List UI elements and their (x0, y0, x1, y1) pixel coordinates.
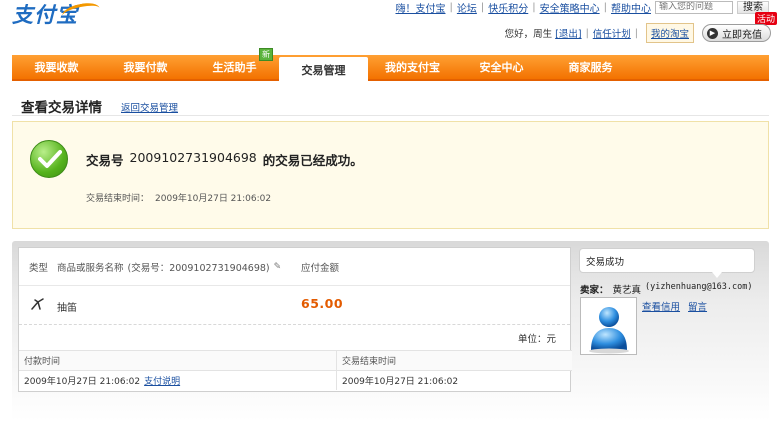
status-bubble: 交易成功 (579, 248, 755, 273)
back-to-trade-management-link[interactable]: 返回交易管理 (121, 100, 178, 114)
nav-label: 我的支付宝 (385, 61, 440, 74)
logout-link[interactable]: [退出] (555, 26, 581, 40)
col-name-trade-no: (交易号：2009102731904698) (127, 262, 270, 274)
pay-time-cell: 2009年10月27日 21:06:02 支付说明 (19, 370, 337, 390)
trust-plan-link[interactable]: 信任计划 (593, 26, 631, 40)
nav-merchant-services[interactable]: 商家服务 (546, 55, 635, 79)
col-name: 商品或服务名称 (交易号：2009102731904698) ✎ (57, 260, 281, 274)
nav-label: 生活助手 (212, 61, 257, 74)
end-time-value: 2009年10月27日 21:06:02 (155, 194, 272, 204)
nav-my-alipay[interactable]: 我的支付宝 (368, 55, 457, 79)
top-links: 嗨！支付宝| 论坛| 快乐积分| 安全策略中心| 帮助中心 搜索 (396, 0, 769, 15)
nav-label: 我要收款 (34, 61, 79, 74)
unit-label: 单位：元 (517, 334, 556, 345)
nav-receive[interactable]: 我要收款 (12, 55, 101, 79)
pay-time-header: 付款时间 (19, 350, 337, 370)
table-row: 抽笛 65.00 (19, 286, 570, 326)
item-type-icon (31, 298, 44, 310)
search-input[interactable] (655, 0, 733, 14)
trade-no-prefix: 交易号 (86, 153, 124, 168)
order-table-header: 类型 商品或服务名称 (交易号：2009102731904698) ✎ 应付金额 (19, 248, 570, 285)
end-time-header: 交易结束时间 (337, 350, 572, 370)
item-amount: 65.00 (301, 296, 344, 311)
divider (12, 115, 769, 116)
pay-time-value: 2009年10月27日 21:06:02 (24, 377, 141, 387)
divider (19, 324, 570, 325)
recharge-button[interactable]: ▶ 立即充值 (702, 24, 771, 42)
top-link-security[interactable]: 安全策略中心 (540, 0, 600, 15)
top-link-hi-alipay[interactable]: 嗨！支付宝 (396, 0, 446, 15)
nav-label: 商家服务 (568, 61, 613, 74)
divider: | (634, 27, 638, 39)
end-time-cell: 2009年10月27日 21:06:02 (337, 370, 572, 390)
col-name-label: 商品或服务名称 (57, 262, 124, 274)
nav-label: 安全中心 (479, 61, 524, 74)
seller-links: 查看信用 留言 (642, 299, 707, 313)
view-credit-link[interactable]: 查看信用 (642, 299, 680, 313)
divider: | (449, 1, 453, 13)
order-details: 类型 商品或服务名称 (交易号：2009102731904698) ✎ 应付金额… (18, 247, 572, 392)
divider: | (585, 27, 589, 39)
nav-security-center[interactable]: 安全中心 (457, 55, 546, 79)
avatar (580, 297, 637, 355)
page-title: 查看交易详情 (21, 100, 102, 116)
time-table: 付款时间 交易结束时间 2009年10月27日 21:06:02 支付说明 20… (19, 350, 572, 392)
seller-label: 卖家： (580, 285, 609, 296)
nav-pay[interactable]: 我要付款 (101, 55, 190, 79)
success-notice: 交易号 2009102731904698 的交易已经成功。 交易结束时间： 20… (12, 121, 769, 229)
success-message: 交易号 2009102731904698 的交易已经成功。 (86, 150, 363, 169)
end-time-label: 交易结束时间： (86, 194, 150, 204)
new-badge: 新 (259, 48, 273, 61)
top-link-points[interactable]: 快乐积分 (488, 0, 528, 15)
greeting: 您好，周生 (504, 29, 553, 40)
nav-trade-management[interactable]: 交易管理 (279, 57, 368, 83)
col-amount: 应付金额 (301, 262, 340, 274)
nav-label: 我要付款 (123, 61, 168, 74)
check-icon (30, 140, 68, 178)
user-avatar-icon (589, 307, 629, 354)
play-icon: ▶ (707, 27, 718, 39)
seller-email: (yizhenhuang@163.com) (645, 282, 753, 292)
nav-label: 交易管理 (301, 64, 346, 77)
main-nav: 我要收款 我要付款 生活助手新 交易管理 我的支付宝 安全中心 商家服务 (12, 48, 769, 83)
bubble-tail (712, 272, 722, 278)
recharge-label: 立即充值 (722, 29, 762, 41)
divider: | (480, 1, 485, 13)
col-type: 类型 (29, 262, 49, 274)
success-suffix: 的交易已经成功。 (262, 153, 363, 168)
edit-icon[interactable]: ✎ (274, 262, 282, 272)
seller-info: 卖家： 黄艺真 (yizhenhuang@163.com) (580, 282, 753, 296)
success-end-time: 交易结束时间： 2009年10月27日 21:06:02 (86, 191, 271, 204)
my-taobao-link[interactable]: 我的淘宝 (645, 23, 694, 43)
alipay-logo[interactable]: 支付宝 (12, 0, 102, 28)
divider: | (603, 1, 607, 13)
user-bar: 您好，周生 [退出] | 信任计划 | 我的淘宝 ▶ 立即充值 (504, 23, 771, 43)
top-link-forum[interactable]: 论坛 (457, 0, 477, 15)
seller-name: 黄艺真 (612, 285, 642, 296)
divider: | (532, 1, 536, 13)
item-name: 抽笛 (57, 303, 77, 314)
pay-note-link[interactable]: 支付说明 (144, 374, 180, 387)
trade-number: 2009102731904698 (129, 150, 257, 165)
nav-life-helper[interactable]: 生活助手新 (190, 48, 279, 79)
top-link-help[interactable]: 帮助中心 (611, 0, 651, 15)
leave-message-link[interactable]: 留言 (688, 299, 707, 313)
